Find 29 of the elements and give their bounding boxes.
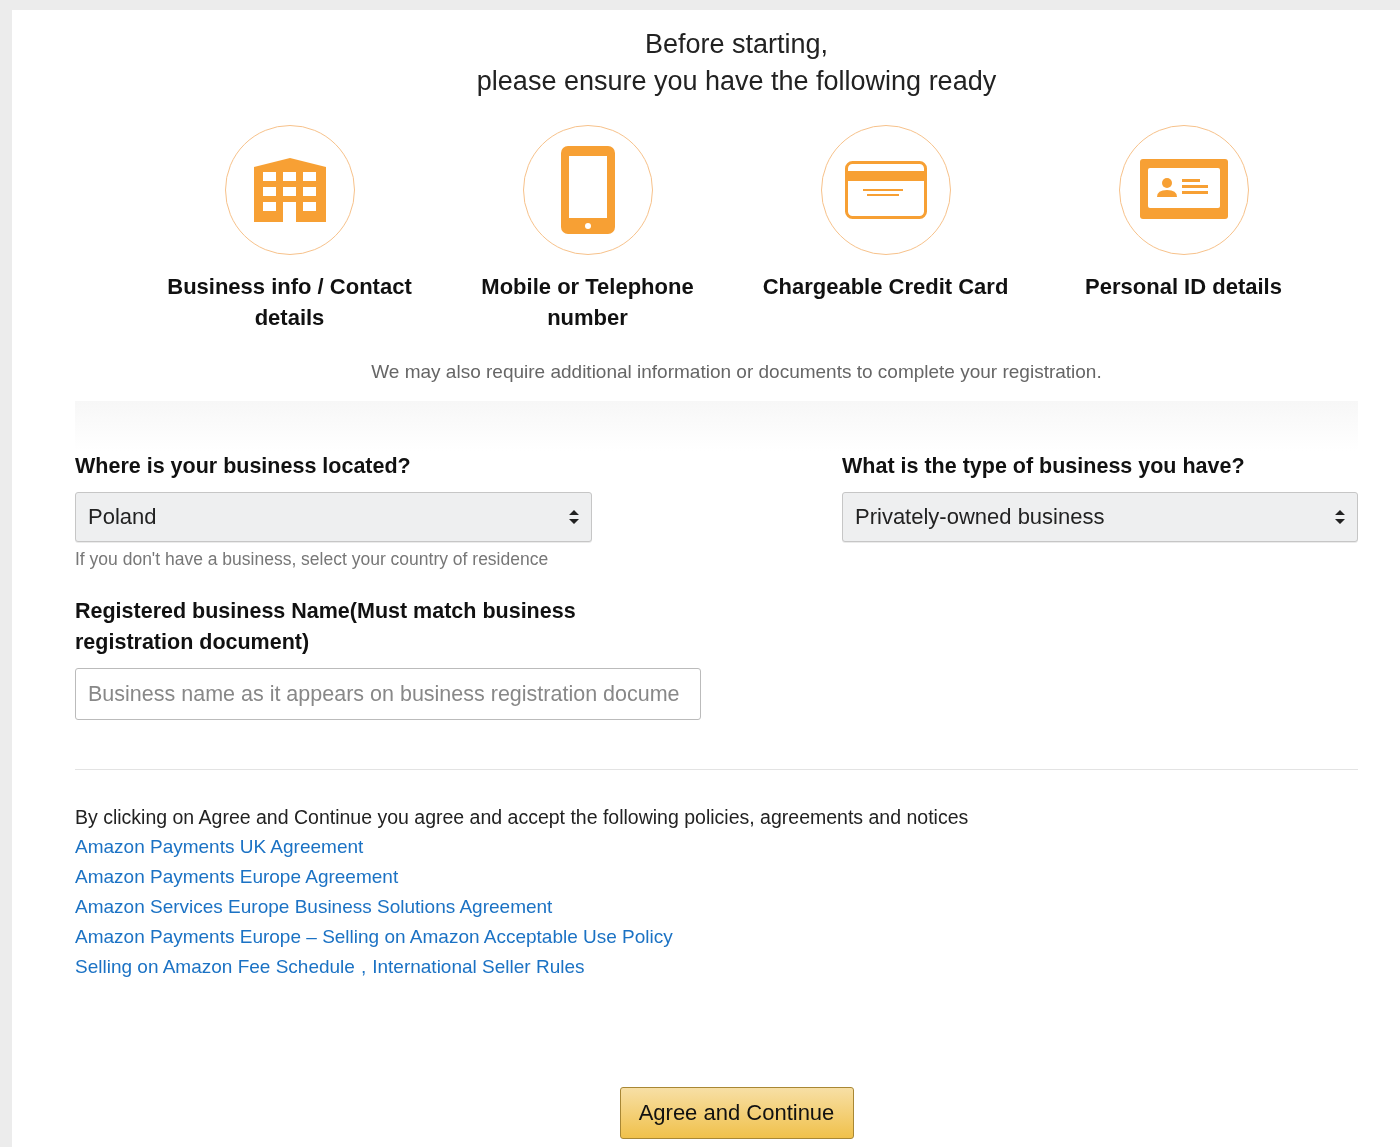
- field-label: Where is your business located?: [75, 453, 412, 480]
- link-separator: ,: [360, 955, 367, 979]
- field-label: What is the type of business you have?: [842, 453, 1246, 480]
- sort-arrows-icon: [569, 510, 579, 524]
- requirement-label: Chargeable Credit Card: [761, 273, 1010, 301]
- policy-link[interactable]: Amazon Payments UK Agreement: [75, 832, 364, 862]
- heading-line: please ensure you have the following ready: [476, 65, 997, 98]
- phone-icon: [560, 146, 615, 234]
- sort-arrows-icon: [1335, 510, 1345, 524]
- agree-continue-button[interactable]: Agree and Continue: [619, 1087, 854, 1139]
- business-name-input[interactable]: Business name as it appears on business registration docume: [75, 668, 701, 720]
- field-hint: If you don't have a business, select your country of residence: [75, 549, 550, 570]
- policy-link[interactable]: Amazon Payments Europe Agreement: [75, 862, 399, 892]
- requirement-label: Business info / Contact details: [166, 273, 413, 332]
- agreement-intro: By clicking on Agree and Continue you agree and accept the following policies, agreements and notices: [75, 805, 970, 830]
- country-select[interactable]: Poland: [75, 492, 592, 542]
- policy-link[interactable]: International Seller Rules: [372, 952, 585, 982]
- info-note: We may also require additional information or documents to complete your registration.: [370, 361, 1103, 383]
- policy-link[interactable]: Amazon Services Europe Business Solutions Agreement: [75, 892, 553, 922]
- requirement-label: Mobile or Telephone number: [480, 273, 695, 332]
- requirement-label: Personal ID details: [1084, 273, 1283, 301]
- id-card-icon: [1139, 159, 1228, 221]
- policy-link[interactable]: Amazon Payments Europe – Selling on Amazon Acceptable Use Policy: [75, 922, 673, 952]
- heading-line: Before starting,: [644, 28, 829, 61]
- building-icon: [253, 158, 326, 222]
- policy-link[interactable]: Selling on Amazon Fee Schedule: [75, 952, 355, 982]
- business-type-select[interactable]: Privately-owned business: [842, 492, 1358, 542]
- credit-card-icon: [844, 161, 927, 219]
- field-label: Registered business Name(Must match business registration document): [75, 598, 577, 656]
